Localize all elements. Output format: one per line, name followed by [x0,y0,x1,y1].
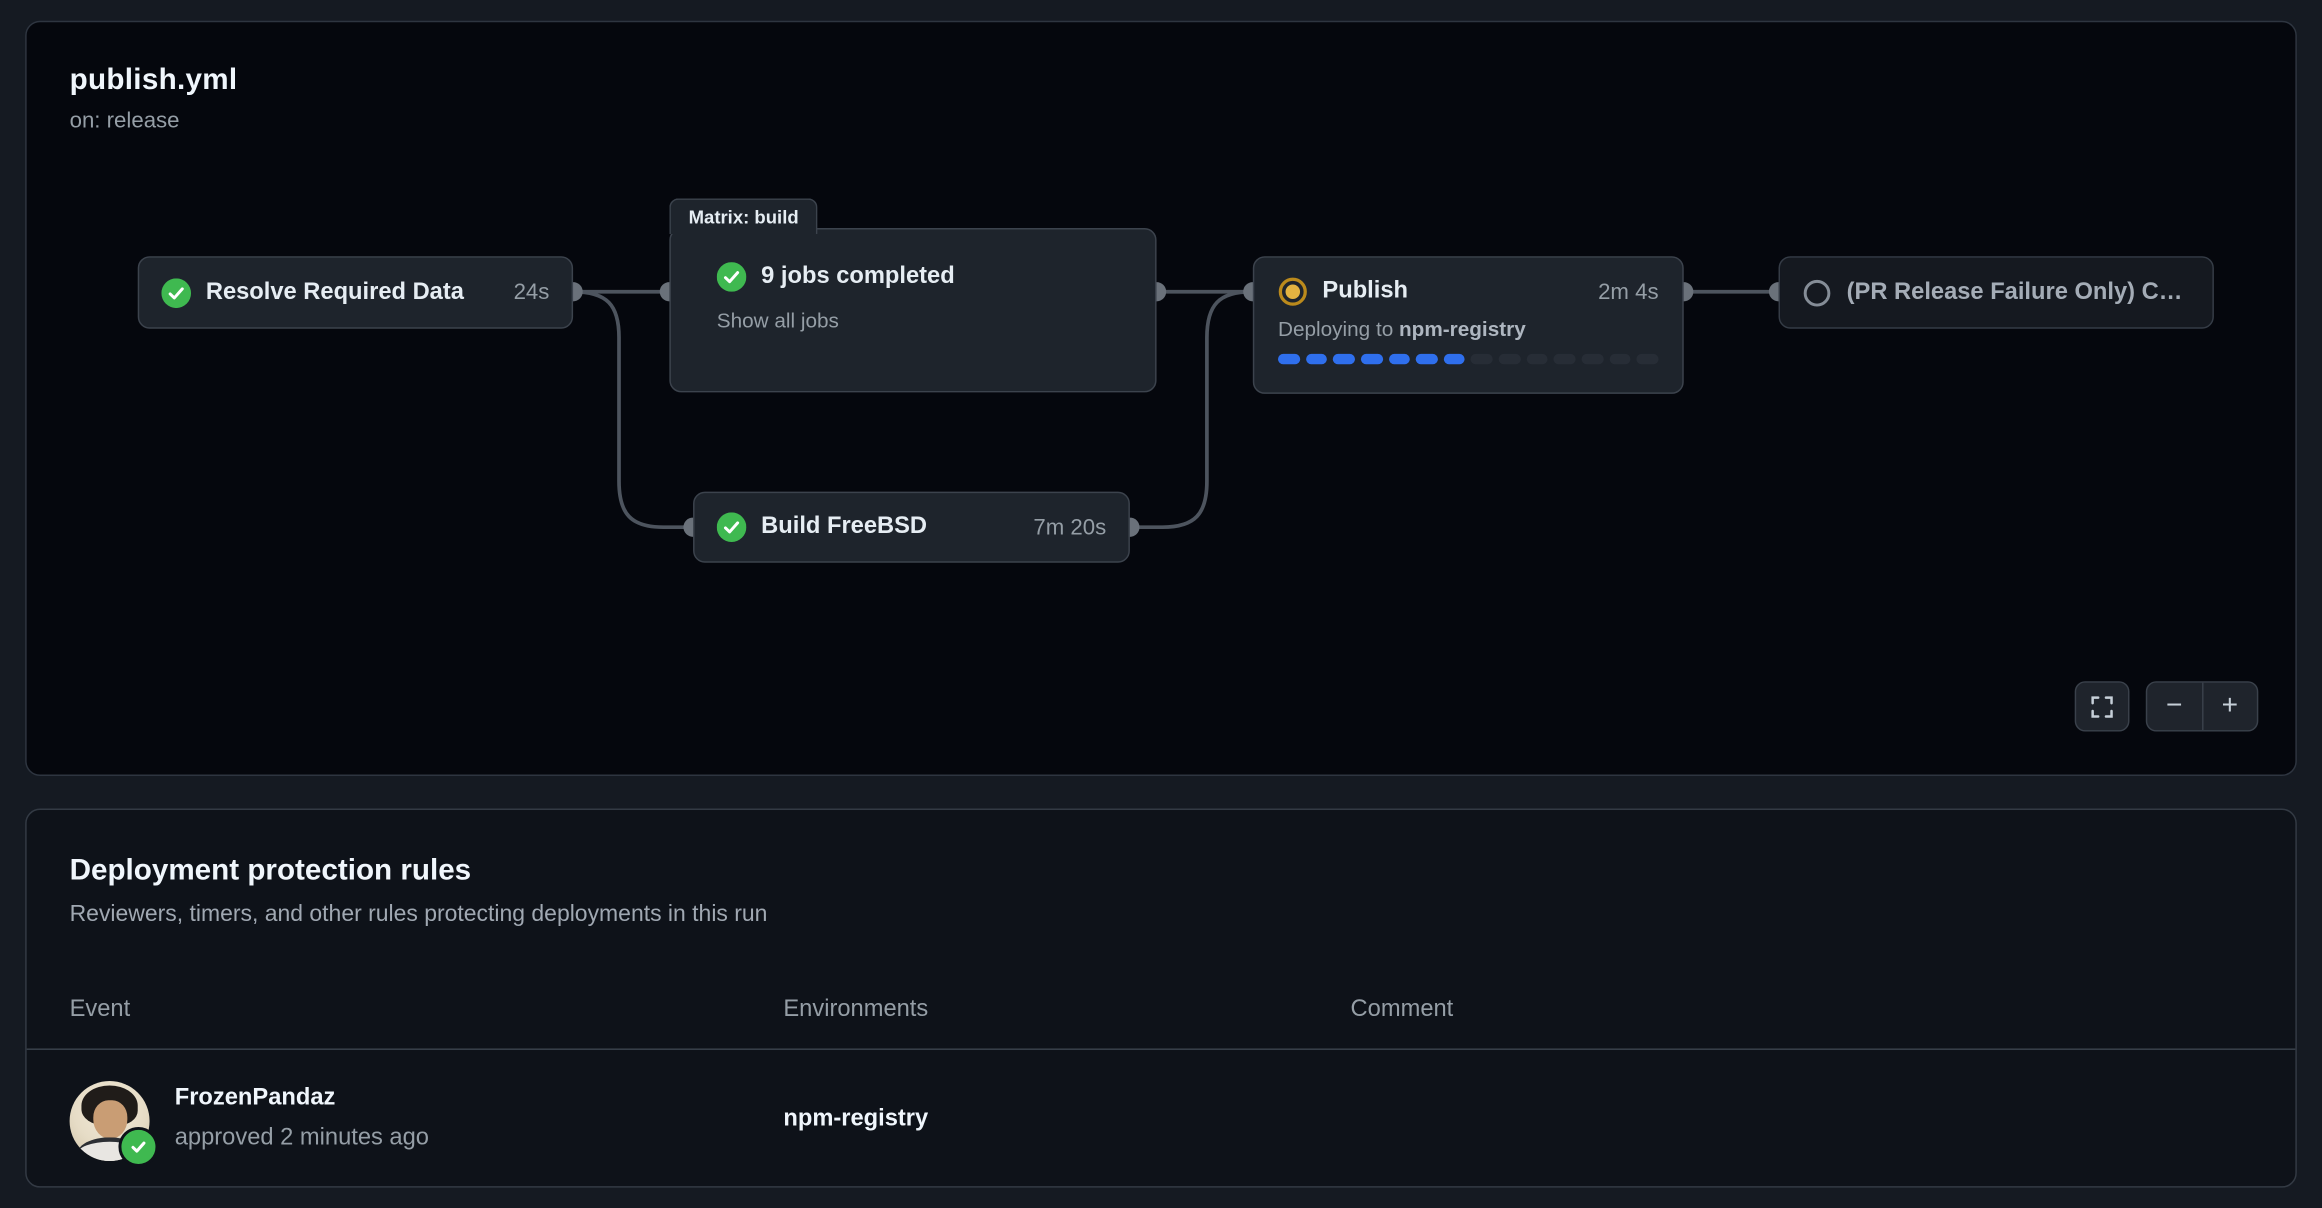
approval-status: approved 2 minutes ago [175,1125,429,1152]
matrix-status-label: 9 jobs completed [761,264,1131,291]
publish-status-row: Publish 2m 4s [1278,277,1659,307]
page: publish.yml on: release [0,0,2322,1208]
deployment-protection-panel: Deployment protection rules Reviewers, t… [25,809,2297,1188]
zoom-in-button[interactable]: + [2203,683,2257,730]
show-all-jobs-link[interactable]: Show all jobs [717,308,839,332]
rules-header: Deployment protection rules Reviewers, t… [70,854,768,928]
check-circle-icon [717,262,747,292]
fullscreen-button[interactable] [2075,681,2130,731]
pending-circle-icon [1802,278,1832,308]
rules-subtitle: Reviewers, timers, and other rules prote… [70,902,768,929]
workflow-title: publish.yml [70,64,238,98]
workflow-graph-panel: publish.yml on: release [25,21,2297,776]
deploy-prefix: Deploying to [1278,317,1399,341]
column-header-comment: Comment [1351,997,1454,1024]
progress-segment [1609,354,1631,364]
workflow-edges [27,22,2299,777]
rules-title: Deployment protection rules [70,854,768,888]
progress-segment [1278,354,1300,364]
matrix-tab-label: Matrix: build [689,207,799,228]
check-circle-icon [717,512,747,542]
deploy-target-line: Deploying to npm-registry [1278,317,1659,341]
environment-name: npm-registry [783,1106,928,1133]
check-circle-icon [161,278,191,308]
approved-badge-icon [118,1127,158,1167]
deploy-environment: npm-registry [1399,317,1526,341]
job-duration: 7m 20s [1033,515,1106,540]
job-node-resolve-required-data[interactable]: Resolve Required Data 24s [138,256,573,329]
job-node-publish[interactable]: Publish 2m 4s Deploying to npm-registry [1253,256,1684,394]
workflow-trigger: on: release [70,108,238,133]
matrix-status-row: 9 jobs completed [717,262,1132,292]
progress-segment [1526,354,1548,364]
progress-segment [1554,354,1576,364]
progress-segment [1471,354,1493,364]
progress-segment [1582,354,1604,364]
zoom-control: − + [2146,681,2259,731]
column-header-event: Event [70,997,131,1024]
progress-segment [1499,354,1521,364]
progress-segment [1361,354,1383,364]
workflow-header: publish.yml on: release [70,64,238,134]
job-node-matrix-build[interactable]: 9 jobs completed Show all jobs [669,228,1156,392]
reviewer-name: FrozenPandaz [175,1085,336,1112]
job-node-build-freebsd[interactable]: Build FreeBSD 7m 20s [693,492,1130,563]
job-node-pr-release-failure[interactable]: (PR Release Failure Only) Cre… [1779,256,2214,329]
progress-segment [1388,354,1410,364]
publish-progress-bar [1278,354,1659,364]
in-progress-icon [1278,277,1308,307]
job-duration: 2m 4s [1598,279,1659,304]
progress-segment [1444,354,1466,364]
column-header-environments: Environments [783,997,928,1024]
job-label: Resolve Required Data [206,279,499,306]
zoom-out-button[interactable]: − [2147,683,2201,730]
progress-segment [1416,354,1438,364]
matrix-tab: Matrix: build [669,198,818,234]
table-row: FrozenPandaz approved 2 minutes ago npm-… [27,1050,2296,1188]
progress-segment [1637,354,1659,364]
job-label: Build FreeBSD [761,514,1018,541]
progress-segment [1333,354,1355,364]
progress-segment [1306,354,1328,364]
job-label: (PR Release Failure Only) Cre… [1847,279,2191,306]
job-label: Publish [1322,278,1583,305]
job-duration: 24s [514,280,550,305]
expand-corners-icon [2091,695,2113,717]
